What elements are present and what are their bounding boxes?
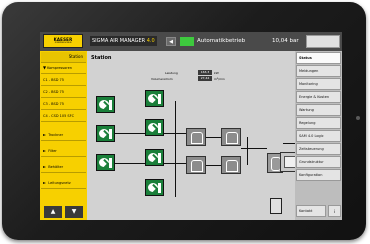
filter-symbol-icon	[226, 132, 238, 144]
station-performance-box: Leistung 163,3 kW Volumenstrom 27,44 m³/…	[151, 70, 235, 84]
right-menu-konfiguration[interactable]: Konfiguration	[296, 169, 341, 181]
right-menu-status[interactable]: Status	[296, 52, 341, 64]
left-navigation-menu: Station ▼Kompressoren C1 - BSD 75 C2 - B…	[40, 51, 87, 220]
compressor-c4-icon[interactable]	[96, 125, 115, 142]
leistung-unit: kW	[214, 71, 219, 75]
top-bar: KAESER KOMPRESSOREN SIGMA AIR MANAGER 4.…	[40, 32, 342, 51]
dryer-symbol-icon	[191, 160, 203, 172]
compressor-c5-icon[interactable]	[96, 154, 115, 171]
compressor-bar-icon	[158, 153, 161, 163]
right-navigation-menu: Status Meldungen Monitoring Energie & Ko…	[295, 51, 342, 220]
pipe-segment	[115, 163, 145, 164]
station-diagram-area: Station Leistung 163,3 kW Volumenstrom 2…	[87, 51, 319, 220]
pipe-segment	[175, 101, 176, 197]
right-menu-grundstruktur[interactable]: Grundstruktur	[296, 156, 341, 168]
compressor-c1-icon[interactable]	[96, 96, 115, 113]
volumen-label: Volumenstrom	[151, 77, 173, 81]
compressor-bar-icon	[109, 158, 112, 168]
running-check-icon	[99, 129, 109, 138]
compressor-bar-icon	[109, 129, 112, 139]
compressor-bar-icon	[158, 183, 161, 193]
left-menu-item-kompressoren[interactable]: ▼Kompressoren	[41, 63, 86, 74]
running-check-icon	[148, 94, 158, 103]
info-button[interactable]: i	[328, 205, 341, 217]
filter-symbol-icon	[226, 160, 238, 172]
pipe-segment	[241, 148, 267, 149]
pipe-segment	[206, 137, 221, 138]
dryer-2-icon[interactable]	[186, 156, 206, 174]
chevron-right-icon: ►	[43, 132, 47, 137]
filter-1-icon[interactable]	[221, 128, 241, 146]
right-menu-regelung[interactable]: Regelung	[296, 117, 341, 129]
running-check-icon	[99, 158, 109, 167]
compressor-c7-icon[interactable]	[145, 179, 164, 196]
tablet-frame: KAESER KOMPRESSOREN SIGMA AIR MANAGER 4.…	[2, 2, 366, 240]
compressor-bar-icon	[109, 100, 112, 110]
left-menu-header-station[interactable]: Station	[41, 52, 86, 63]
left-menu-item-behaelter[interactable]: ► Behälter	[41, 162, 86, 173]
right-menu-meldungen[interactable]: Meldungen	[296, 65, 341, 77]
system-name: SIGMA AIR MANAGER 4.0	[90, 36, 157, 46]
chevron-right-icon: ►	[43, 164, 47, 169]
left-menu-item-label: Filter	[48, 149, 57, 153]
left-menu-item-label: Behälter	[48, 165, 64, 169]
right-menu-monitoring[interactable]: Monitoring	[296, 78, 341, 90]
right-menu-energie-kosten[interactable]: Energie & Kosten	[296, 91, 341, 103]
left-menu-item-c2[interactable]: C2 - BSD 75	[41, 87, 86, 98]
leistung-label: Leistung	[165, 71, 178, 75]
compressor-c2-icon[interactable]	[145, 90, 164, 107]
condensate-drain-icon[interactable]	[270, 198, 282, 214]
page-title: Station	[91, 55, 112, 61]
compressor-c3-icon[interactable]	[145, 119, 164, 136]
right-menu-sam-logic[interactable]: SAM 4.0 Logic	[296, 130, 341, 142]
running-check-icon	[148, 123, 158, 132]
compressor-bar-icon	[158, 94, 161, 104]
back-button[interactable]: ◀	[166, 37, 176, 46]
running-check-icon	[99, 100, 109, 109]
status-led-indicator	[180, 37, 194, 46]
pipe-segment	[206, 165, 221, 166]
running-check-icon	[148, 153, 158, 162]
dryer-symbol-icon	[191, 132, 203, 144]
chevron-down-icon: ▼	[43, 65, 47, 70]
compressor-bar-icon	[158, 123, 161, 133]
dryer-1-icon[interactable]	[186, 128, 206, 146]
compressor-c6-icon[interactable]	[145, 149, 164, 166]
left-menu-item-filter[interactable]: ► Filter	[41, 146, 86, 157]
left-menu-item-c3[interactable]: C3 - BSD 75	[41, 99, 86, 110]
right-menu-zeitsteuerung[interactable]: Zeitsteuerung	[296, 143, 341, 155]
left-menu-item-trockner[interactable]: ► Trockner	[41, 130, 86, 141]
logo-subtext: KOMPRESSOREN	[54, 42, 72, 44]
left-menu-item-c1[interactable]: C1 - BSD 75	[41, 75, 86, 86]
pipe-segment	[115, 133, 145, 134]
leistung-value: 163,3	[198, 70, 212, 75]
running-check-icon	[148, 183, 158, 192]
chevron-right-icon: ►	[43, 148, 47, 153]
right-menu-wartung[interactable]: Wartung	[296, 104, 341, 116]
left-menu-item-label: Trockner	[48, 133, 64, 137]
system-version: 4.0	[146, 38, 155, 44]
chevron-right-icon: ►	[43, 180, 47, 185]
system-name-label: SIGMA AIR MANAGER	[92, 38, 146, 44]
filter-2-icon[interactable]	[221, 156, 241, 174]
left-menu-item-label: Kompressoren	[47, 66, 73, 70]
left-menu-item-leitungsnetz[interactable]: ► Leitungsnetz	[41, 178, 86, 189]
right-menu-kontakt[interactable]: Kontakt	[296, 205, 326, 217]
pipe-segment	[247, 137, 248, 165]
nav-up-button[interactable]: ▲	[44, 206, 62, 218]
left-menu-item-c4[interactable]: C4 - CSD 105 SFC	[41, 111, 86, 122]
sigma-air-manager-screen: KAESER KOMPRESSOREN SIGMA AIR MANAGER 4.…	[40, 32, 342, 220]
left-menu-item-label: Leitungsnetz	[48, 181, 71, 185]
kaeser-logo: KAESER KOMPRESSOREN	[43, 34, 83, 48]
volumen-value: 27,44	[198, 76, 212, 81]
volumen-unit: m³/min	[214, 77, 225, 81]
top-right-button[interactable]	[306, 35, 340, 48]
network-pressure: 10,04 bar	[272, 38, 299, 44]
nav-down-button[interactable]: ▼	[65, 206, 83, 218]
operating-mode-text: Automatikbetrieb	[197, 38, 246, 44]
tablet-camera-dot	[356, 116, 360, 120]
